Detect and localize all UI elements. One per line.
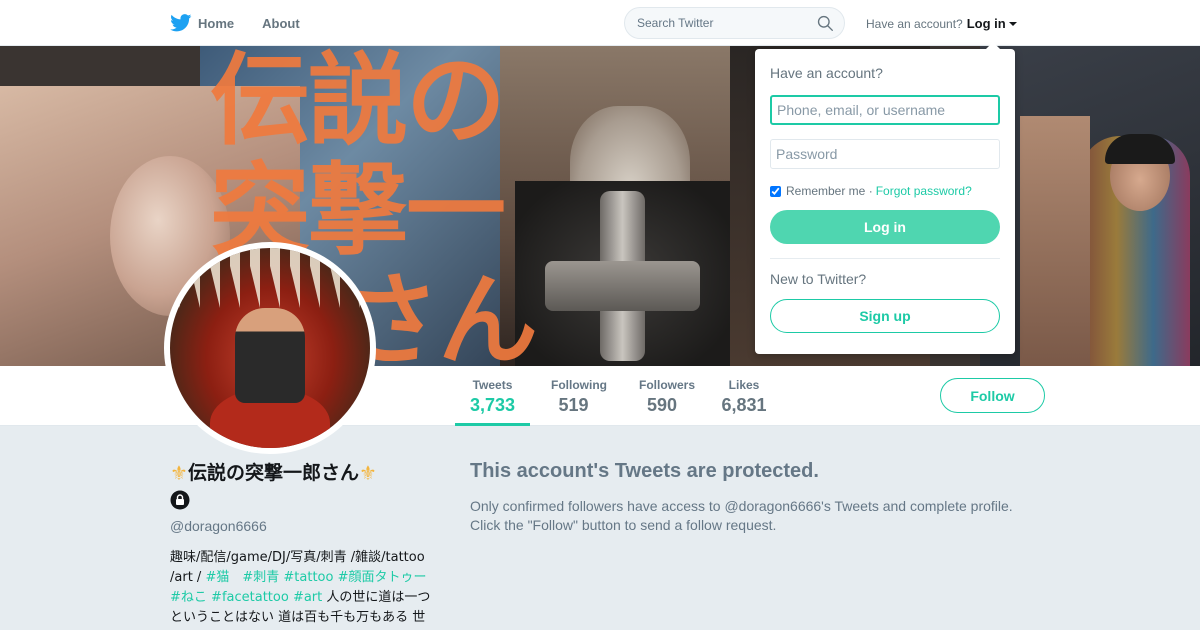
lock-icon bbox=[170, 490, 190, 510]
stat-following[interactable]: Following 519 bbox=[536, 366, 611, 426]
nav-home-label: Home bbox=[198, 15, 235, 31]
crown-icon: ⚜ bbox=[170, 461, 188, 485]
protected-body-line: Click the "Follow" button to send a foll… bbox=[470, 517, 777, 533]
login-dropdown-title: Have an account? bbox=[770, 65, 883, 81]
password-field[interactable] bbox=[770, 139, 1000, 169]
crown-icon: ⚜ bbox=[358, 461, 377, 485]
banner-text-line: 伝説の bbox=[210, 46, 506, 159]
stat-value: 519 bbox=[558, 395, 589, 415]
protected-body: Only confirmed followers have access to … bbox=[470, 497, 1050, 535]
nav-about[interactable]: About bbox=[262, 16, 300, 31]
login-dropdown-toggle[interactable]: Log in bbox=[967, 16, 1017, 31]
nav-home[interactable]: Home bbox=[170, 14, 234, 32]
bio-hashtag[interactable]: #刺青 bbox=[242, 570, 279, 585]
avatar[interactable] bbox=[164, 242, 376, 454]
remember-separator: · bbox=[868, 184, 873, 198]
avatar-image bbox=[170, 248, 370, 448]
new-to-twitter-text: New to Twitter? bbox=[770, 271, 867, 287]
avatar-figure bbox=[235, 308, 305, 403]
profile-handle[interactable]: @doragon6666 bbox=[170, 518, 435, 534]
profile-card: ⚜ 伝説の突撃一郎さん ⚜ @doragon6666 趣味/配信/game/DJ… bbox=[170, 460, 435, 628]
stat-label: Following bbox=[551, 378, 607, 392]
dropdown-divider bbox=[770, 258, 1000, 259]
banner-pendant-panel bbox=[515, 181, 730, 366]
have-account-text: Have an account? bbox=[866, 16, 963, 31]
stat-value: 590 bbox=[646, 395, 678, 415]
forgot-password-link[interactable]: Forgot password? bbox=[876, 184, 972, 198]
twitter-bird-icon bbox=[170, 14, 192, 32]
banner-collage-panel bbox=[1020, 116, 1090, 366]
bio-hashtag[interactable]: #tattoo bbox=[283, 570, 333, 585]
bio-hashtag[interactable]: #ねこ bbox=[170, 590, 207, 605]
protected-body-line: Only confirmed followers have access to … bbox=[470, 498, 1013, 514]
follow-button[interactable]: Follow bbox=[940, 378, 1045, 413]
search-icon[interactable] bbox=[817, 15, 834, 32]
search-input[interactable] bbox=[637, 16, 807, 30]
stat-label: Likes bbox=[728, 378, 760, 392]
stat-value: 3,733 bbox=[470, 395, 516, 415]
remember-me-row: Remember me · Forgot password? bbox=[770, 184, 1000, 198]
protected-notice: This account's Tweets are protected. Onl… bbox=[470, 460, 1050, 535]
login-dropdown: Have an account? Remember me · Forgot pa… bbox=[755, 42, 1015, 354]
stat-label: Tweets bbox=[472, 378, 513, 392]
profile-name[interactable]: ⚜ 伝説の突撃一郎さん ⚜ bbox=[170, 460, 435, 486]
top-navigation-bar: Home About Have an account? Log in bbox=[0, 0, 1200, 46]
bio-hashtag[interactable]: #facetattoo bbox=[211, 590, 289, 605]
avatar-teeth bbox=[170, 248, 370, 308]
search-box bbox=[624, 7, 845, 39]
bio-hashtag[interactable]: #猫 bbox=[205, 570, 229, 585]
stat-value: 6,831 bbox=[721, 395, 767, 415]
protected-title: This account's Tweets are protected. bbox=[470, 460, 819, 482]
bio-hashtag[interactable]: #顔面タトゥー bbox=[338, 570, 427, 585]
signup-button[interactable]: Sign up bbox=[770, 299, 1000, 333]
login-button[interactable]: Log in bbox=[770, 210, 1000, 244]
stat-likes[interactable]: Likes 6,831 bbox=[706, 366, 782, 426]
stat-label: Followers bbox=[639, 378, 696, 392]
nav-about-label: About bbox=[262, 15, 300, 31]
nav-left-group: Home About bbox=[170, 0, 328, 46]
username-field[interactable] bbox=[770, 95, 1000, 125]
stat-tweets[interactable]: Tweets 3,733 bbox=[455, 366, 530, 426]
profile-name-text: 伝説の突撃一郎さん bbox=[187, 462, 359, 484]
stat-followers[interactable]: Followers 590 bbox=[624, 366, 700, 426]
banner-person-cap bbox=[1105, 134, 1175, 164]
remember-me-checkbox[interactable] bbox=[770, 185, 781, 197]
chevron-down-icon bbox=[1008, 21, 1017, 26]
remember-me-label[interactable]: Remember me bbox=[786, 184, 865, 198]
banner-pendant-cross bbox=[545, 261, 700, 311]
profile-bio: 趣味/配信/game/DJ/写真/刺青 /雑談/tattoo /art / #猫… bbox=[170, 548, 435, 628]
bio-hashtag[interactable]: #art bbox=[293, 590, 322, 605]
login-toggle-label: Log in bbox=[966, 16, 1006, 31]
account-prompt: Have an account? Log in bbox=[866, 16, 1017, 31]
